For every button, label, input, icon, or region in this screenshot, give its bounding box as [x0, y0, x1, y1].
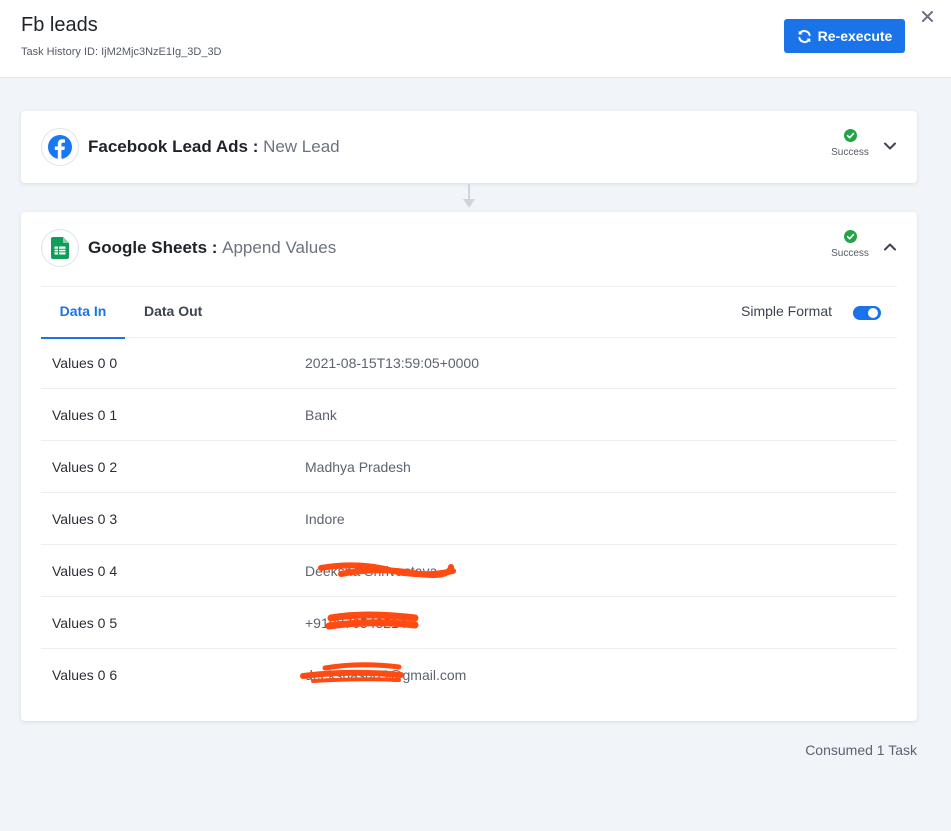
row-key: Values 0 1 — [52, 407, 118, 423]
re-execute-button[interactable]: Re-execute — [784, 19, 905, 53]
simple-format-toggle[interactable] — [853, 306, 881, 320]
table-row: Values 0 1 Bank — [41, 389, 897, 441]
row-value: Bank — [305, 407, 337, 423]
step-event-name: New Lead — [263, 137, 340, 156]
step-separator: : — [247, 137, 264, 156]
step-title: Google Sheets : Append Values — [88, 238, 336, 258]
step-event-name: Append Values — [222, 238, 337, 257]
row-value: deekshash05@gmail.com — [305, 667, 467, 683]
row-value: Madhya Pradesh — [305, 459, 411, 475]
consumed-tasks: Consumed 1 Task — [805, 742, 917, 758]
row-value: Indore — [305, 511, 345, 527]
table-row: Values 0 2 Madhya Pradesh — [41, 441, 897, 493]
close-icon[interactable] — [918, 7, 936, 25]
facebook-icon — [41, 128, 79, 166]
row-key: Values 0 4 — [52, 563, 118, 579]
success-check-icon — [843, 129, 857, 142]
row-key: Values 0 0 — [52, 355, 118, 371]
step-card-facebook-lead-ads[interactable]: Facebook Lead Ads : New Lead Success — [21, 111, 917, 183]
row-value: 2021-08-15T13:59:05+0000 — [305, 355, 479, 371]
status-label: Success — [831, 248, 869, 259]
row-key: Values 0 3 — [52, 511, 118, 527]
row-key: Values 0 6 — [52, 667, 118, 683]
step-app-name: Google Sheets — [88, 238, 208, 257]
data-table: Values 0 0 2021-08-15T13:59:05+0000 Valu… — [41, 337, 897, 701]
step-card-google-sheets: Google Sheets : Append Values Success Da… — [21, 212, 917, 721]
row-key: Values 0 2 — [52, 459, 118, 475]
task-history-id: Task History ID: IjM2Mjc3NzE1Ig_3D_3D — [21, 46, 222, 58]
table-row: Values 0 5 +919876543214 — [41, 597, 897, 649]
google-sheets-icon — [41, 229, 79, 267]
tab-data-in[interactable]: Data In — [41, 287, 125, 339]
tab-data-out[interactable]: Data Out — [144, 287, 202, 339]
table-row: Values 0 6 deekshash05@gmail.com — [41, 649, 897, 701]
arrow-down-icon — [463, 199, 475, 208]
chevron-up-icon[interactable] — [883, 242, 897, 252]
toggle-knob — [868, 308, 878, 318]
status-badge: Success — [821, 129, 879, 158]
page-title: Fb leads — [21, 14, 98, 36]
table-row: Values 0 0 2021-08-15T13:59:05+0000 — [41, 337, 897, 389]
success-check-icon — [843, 230, 857, 243]
row-value: Deeksha Shrivastava — [305, 563, 438, 579]
header: Fb leads Task History ID: IjM2Mjc3NzE1Ig… — [0, 0, 951, 78]
table-row: Values 0 3 Indore — [41, 493, 897, 545]
step-separator: : — [207, 238, 223, 257]
step-title: Facebook Lead Ads : New Lead — [88, 137, 340, 157]
table-row: Values 0 4 Deeksha Shrivastava — [41, 545, 897, 597]
row-value: +919876543214 — [305, 615, 407, 631]
data-tabs: Data In Data Out Simple Format — [41, 286, 897, 339]
re-execute-label: Re-execute — [817, 28, 893, 44]
simple-format-label: Simple Format — [741, 303, 833, 319]
status-badge: Success — [821, 230, 879, 259]
refresh-icon — [797, 29, 811, 43]
step-app-name: Facebook Lead Ads — [88, 137, 248, 156]
row-key: Values 0 5 — [52, 615, 118, 631]
chevron-down-icon[interactable] — [883, 141, 897, 151]
status-label: Success — [831, 147, 869, 158]
